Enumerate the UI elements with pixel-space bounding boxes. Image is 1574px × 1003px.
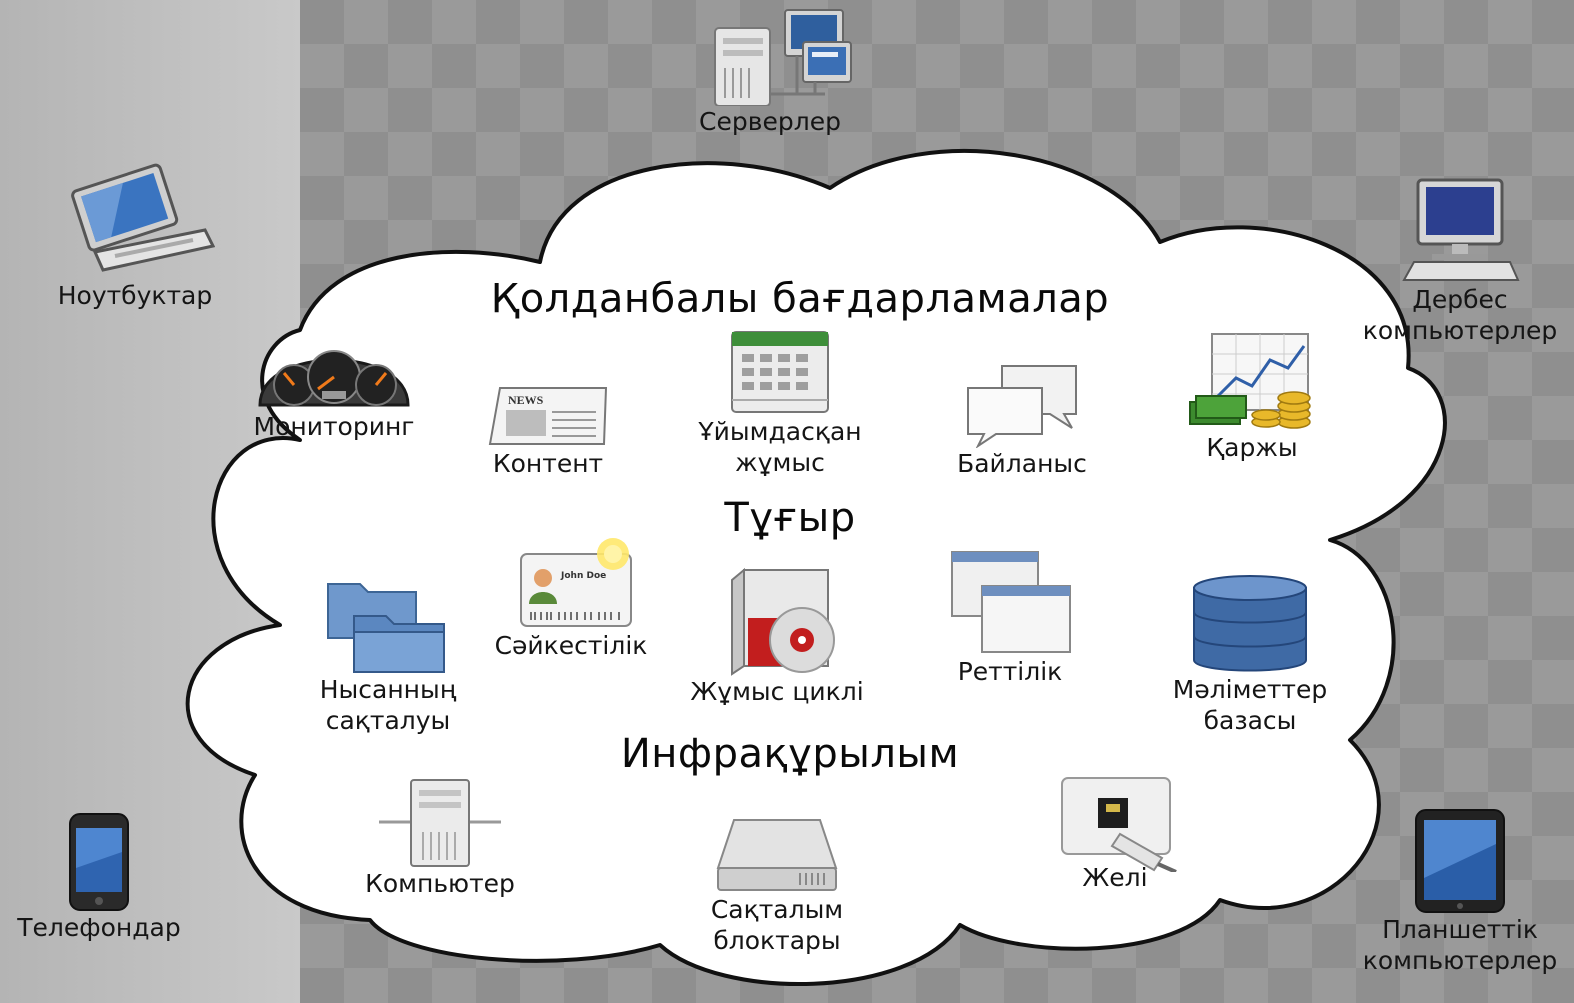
runtime-label: Жұмыс циклі (690, 677, 864, 706)
tablets-node: Планшеттік компьютерлер (1352, 808, 1568, 976)
collaboration-label: Ұйымдасқан жұмыс (698, 417, 862, 477)
calendar-icon (731, 331, 829, 413)
communication-label: Байланыс (957, 449, 1087, 478)
database-node: Мәліметтер базасы (1160, 574, 1340, 736)
infrastructure-heading: Инфрақұрылым (620, 731, 960, 777)
applications-heading: Қолданбалы бағдарламалар (490, 276, 1110, 322)
chat-bubbles-icon (967, 365, 1077, 448)
laptops-label: Ноутбуктар (57, 281, 213, 310)
software-box-icon (731, 567, 835, 676)
desktops-node: Дербес компьютерлер (1352, 176, 1568, 346)
id-card-name-text: John Doe (560, 571, 606, 581)
desktops-label: Дербес компьютерлер (1362, 285, 1558, 345)
servers-label: Серверлер (699, 107, 841, 136)
database-label: Мәліметтер базасы (1172, 675, 1328, 735)
queue-label: Реттілік (957, 657, 1063, 686)
laptops-node: Ноутбуктар (30, 160, 240, 311)
monitoring-node: Мониторинг (236, 325, 432, 442)
identity-label: Сәйкестілік (494, 631, 648, 660)
block-storage-label: Сақталым блоктары (710, 895, 844, 955)
block-storage-node: Сақталым блоктары (682, 814, 872, 956)
dashboard-gauge-icon (258, 350, 410, 407)
id-card-icon: John Doe (520, 538, 632, 627)
network-port-icon (1061, 777, 1177, 872)
tablets-label: Планшеттік компьютерлер (1362, 915, 1558, 975)
phones-node: Телефондар (4, 812, 194, 943)
servers-node: Серверлер (660, 6, 880, 137)
server-tower-icon (379, 779, 501, 867)
laptop-icon (71, 163, 215, 272)
content-node: NEWS Контент (468, 384, 628, 479)
communication-node: Байланыс (934, 362, 1110, 479)
object-storage-label: Нысанның сақталуы (319, 675, 457, 735)
finance-node: Қаржы (1170, 330, 1334, 463)
newspaper-icon: NEWS (488, 387, 608, 445)
tablet-icon (1415, 809, 1505, 913)
servers-icon (714, 9, 852, 106)
content-label: Контент (492, 449, 604, 478)
windows-stack-icon (951, 551, 1071, 653)
finance-chart-icon (1189, 333, 1311, 429)
monitoring-label: Мониторинг (253, 412, 415, 441)
compute-label: Компьютер (365, 869, 515, 898)
smartphone-icon (69, 813, 129, 911)
runtime-node: Жұмыс циклі (672, 566, 882, 707)
slide: Қолданбалы бағдарламалар Тұғыр Инфрақұры… (0, 0, 1574, 1003)
network-node: Желі (1040, 774, 1190, 893)
compute-node: Компьютер (350, 776, 530, 899)
identity-node: John Doe Сәйкестілік (476, 538, 666, 661)
folders-icon (327, 583, 445, 673)
platform-heading: Тұғыр (724, 495, 856, 541)
database-icon (1193, 575, 1307, 672)
hard-drive-icon (716, 819, 838, 891)
phones-label: Телефондар (17, 913, 181, 942)
news-icon-text: NEWS (508, 393, 544, 407)
desktop-computer-icon (1402, 178, 1520, 281)
finance-label: Қаржы (1206, 433, 1298, 462)
queue-node: Реттілік (930, 548, 1090, 687)
collaboration-node: Ұйымдасқан жұмыс (680, 328, 880, 478)
object-storage-node: Нысанның сақталуы (304, 574, 472, 736)
